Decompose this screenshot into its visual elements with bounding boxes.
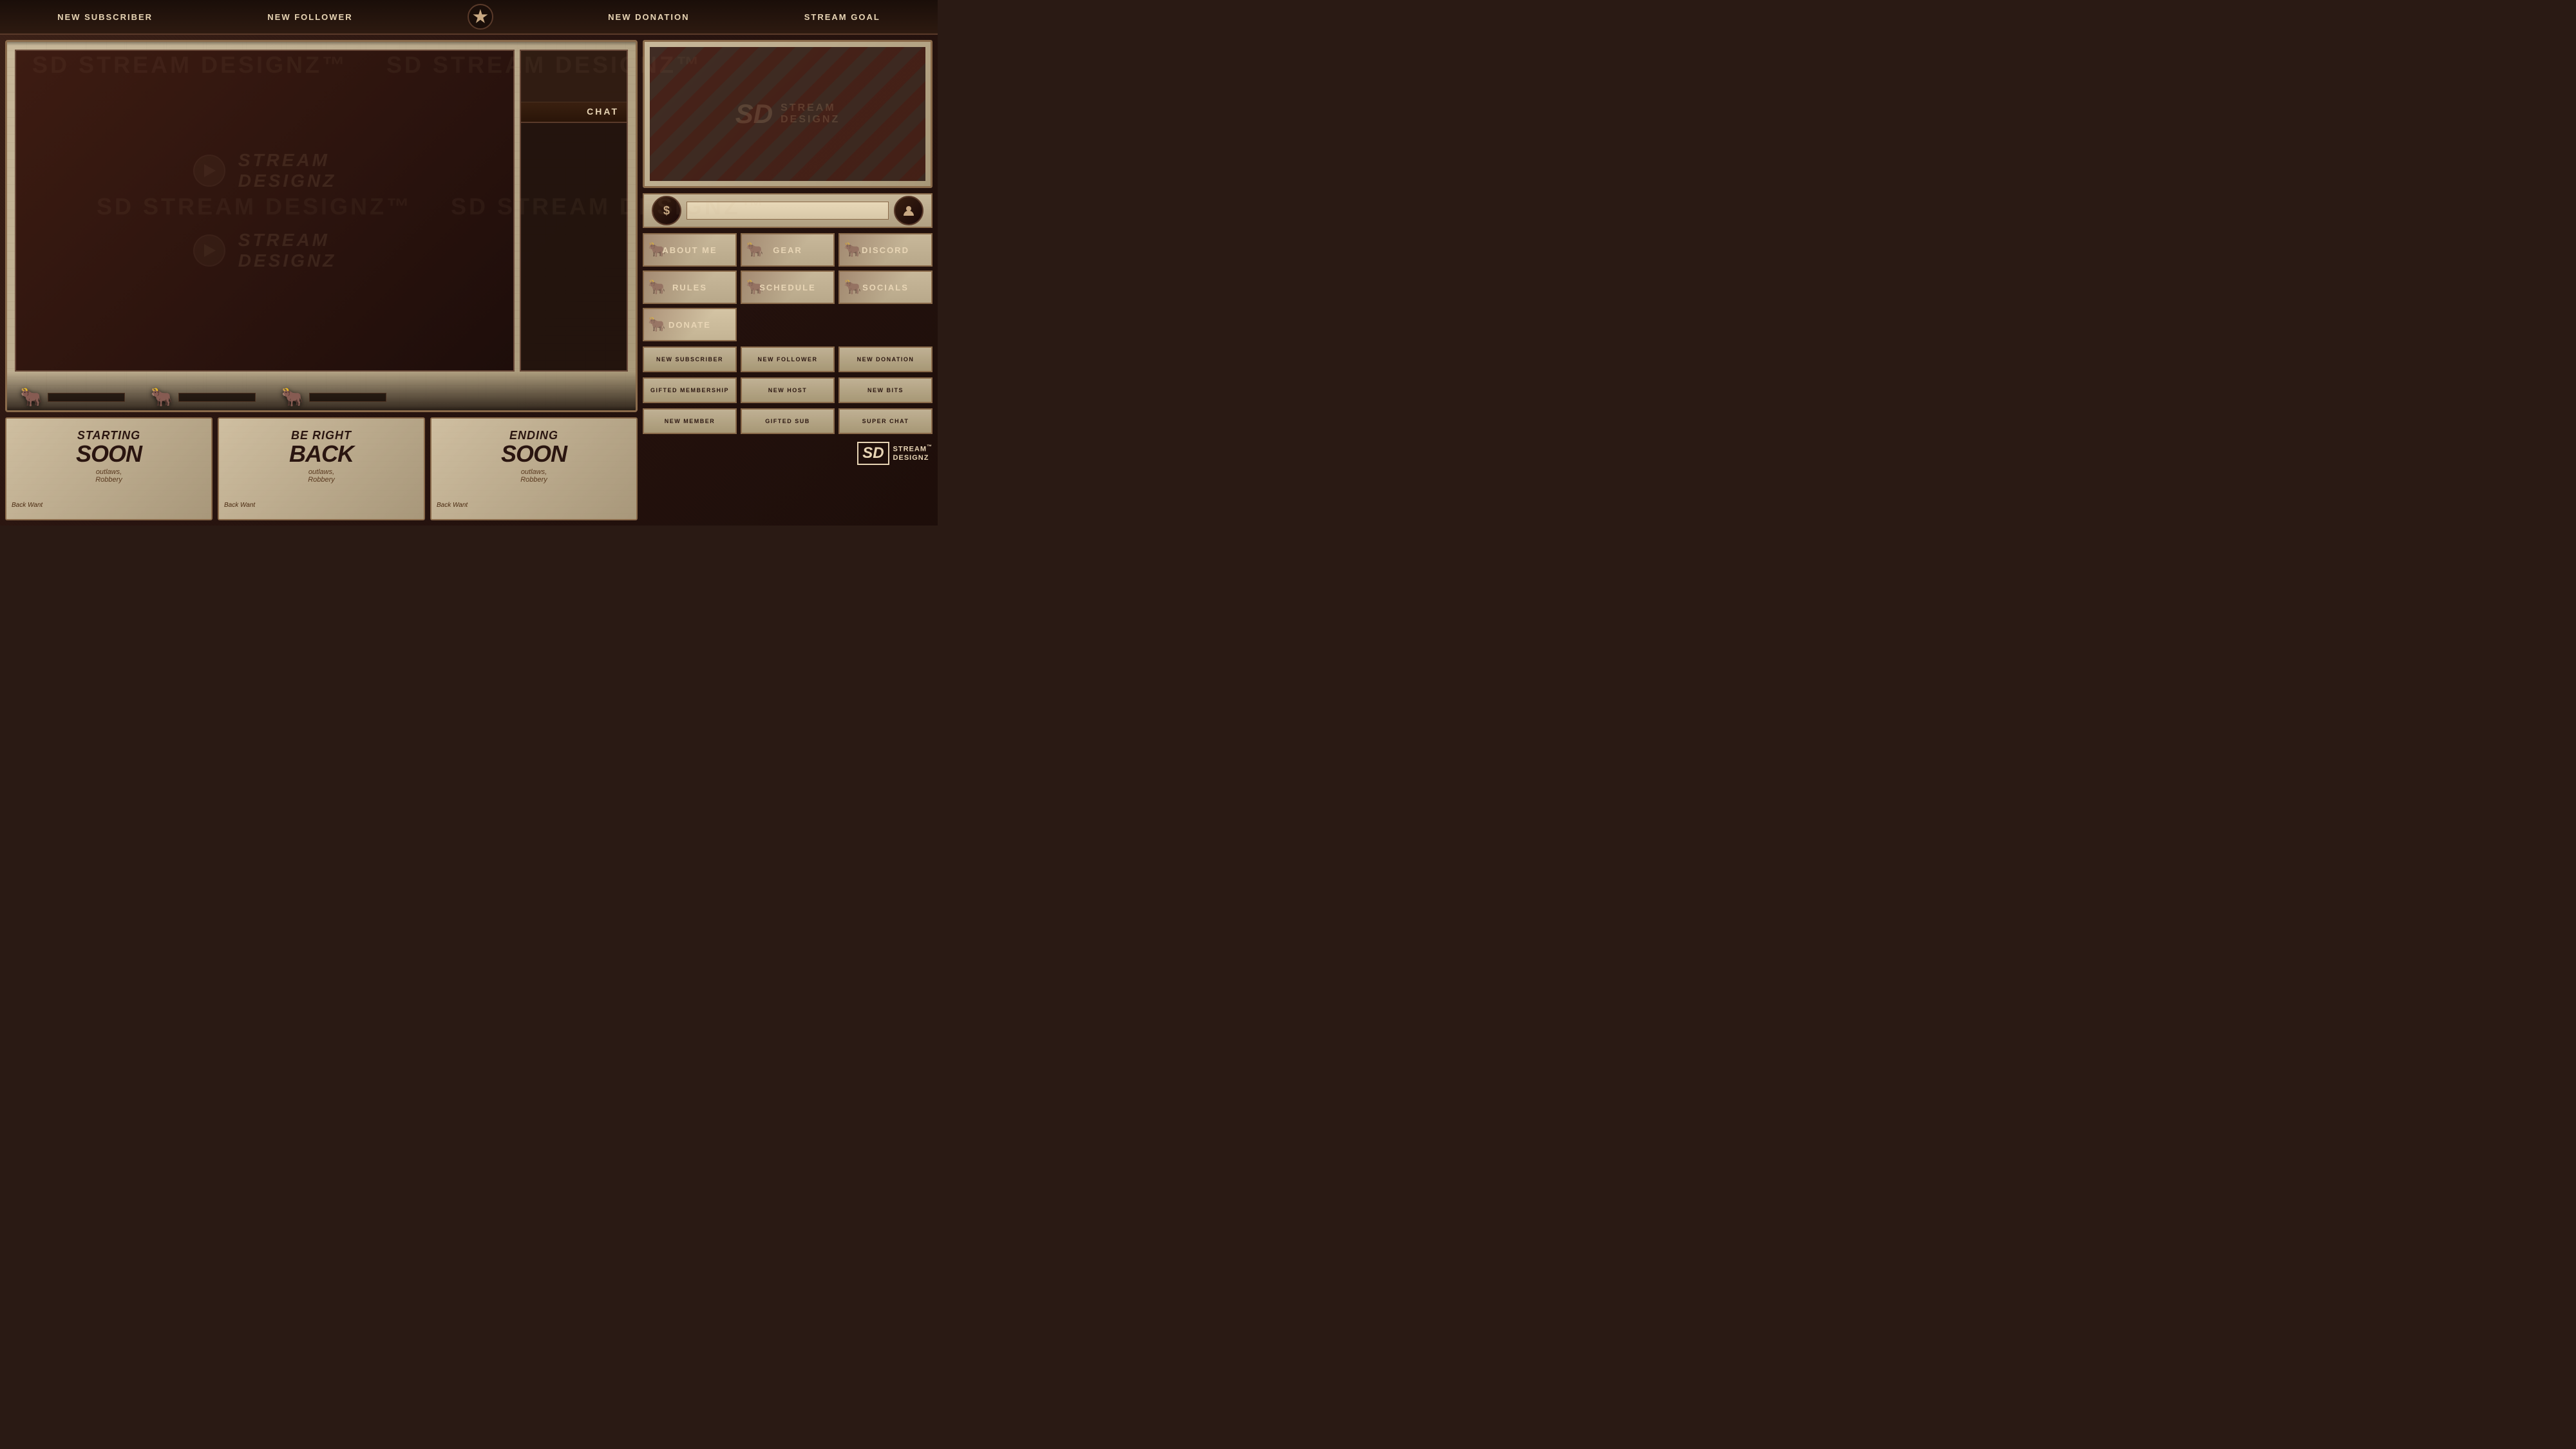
skull-icon-2: 🐂 bbox=[151, 386, 173, 408]
skull-icon-1: 🐂 bbox=[20, 386, 43, 408]
stream-goal-label: STREAM GOAL bbox=[804, 12, 880, 22]
skull-item-2: 🐂 bbox=[151, 386, 256, 408]
alert-super-chat: SUPER CHAT bbox=[838, 408, 933, 434]
ending-soon-title: ENDING SOON bbox=[501, 429, 567, 466]
trademark-icon: ™ bbox=[927, 444, 933, 450]
starting-soon-subtitle: outlaws, Robbery bbox=[95, 468, 122, 484]
preview-screens-row: STARTING SOON outlaws, Robbery Back Want… bbox=[5, 417, 638, 520]
starting-soon-bottom: Back Want bbox=[12, 502, 206, 509]
alert-member-label: NEW MEMBER bbox=[665, 418, 715, 424]
skull-progress-2 bbox=[178, 393, 256, 402]
chat-preview-area bbox=[521, 51, 627, 102]
be-right-back-title: BE RIGHT BACK bbox=[289, 429, 354, 466]
alert-new-donation: NEW DONATION bbox=[838, 346, 933, 372]
ending-soon-screen: ENDING SOON outlaws, Robbery Back Want bbox=[430, 417, 638, 520]
chat-label: CHAT bbox=[587, 106, 619, 117]
skull-item-3: 🐂 bbox=[281, 386, 386, 408]
starting-soon-line2: SOON bbox=[76, 442, 142, 466]
chat-section: CHAT bbox=[520, 50, 628, 372]
alert-boxes-row3: NEW MEMBER GIFTED SUB SUPER CHAT bbox=[643, 408, 933, 434]
alert-new-follower: NEW FOLLOWER bbox=[741, 346, 835, 372]
discord-label: DISCORD bbox=[862, 245, 909, 255]
alert-new-bits: NEW BITS bbox=[838, 377, 933, 403]
skulls-bar: 🐂 🐂 🐂 bbox=[7, 372, 636, 410]
left-section: STREAM DESIGNZ STREAM DESIGNZ bbox=[5, 40, 638, 520]
cam-inner: SD STREAM DESIGNZ bbox=[650, 47, 925, 181]
schedule-label: SCHEDULE bbox=[759, 283, 816, 292]
about-me-button[interactable]: 🐂 ABOUT ME bbox=[643, 233, 737, 267]
donate-label: DONATE bbox=[668, 320, 711, 330]
alert-bits-label: NEW BITS bbox=[867, 387, 904, 393]
alert-follower-label: NEW FOLLOWER bbox=[758, 356, 818, 363]
new-donation-label: NEW DONATION bbox=[608, 12, 689, 22]
bull-icon-gear: 🐂 bbox=[746, 242, 763, 258]
rules-label: RULES bbox=[672, 283, 707, 292]
skull-item-1: 🐂 bbox=[20, 386, 125, 408]
alert-super-chat-label: SUPER CHAT bbox=[862, 418, 909, 424]
stream-overlay: STREAM DESIGNZ STREAM DESIGNZ bbox=[5, 40, 638, 412]
alert-host-label: NEW HOST bbox=[768, 387, 808, 393]
stream-inner: STREAM DESIGNZ STREAM DESIGNZ bbox=[15, 50, 628, 372]
gear-label: GEAR bbox=[773, 245, 802, 255]
chat-header: CHAT bbox=[521, 102, 627, 123]
discord-button[interactable]: 🐂 DISCORD bbox=[838, 233, 933, 267]
brand-name: STREAM™ DESIGNZ bbox=[893, 444, 933, 462]
alert-gifted-sub-label: GIFTED SUB bbox=[765, 418, 810, 424]
be-right-back-line2: BACK bbox=[289, 442, 354, 466]
cam-overlay: SD STREAM DESIGNZ bbox=[643, 40, 933, 188]
follower-badge bbox=[894, 196, 923, 225]
alert-gifted-membership-label: GIFTED MEMBERSHIP bbox=[650, 387, 729, 393]
bull-icon-rules: 🐂 bbox=[648, 279, 665, 296]
stats-row: $ bbox=[643, 193, 933, 228]
socials-label: SOCIALS bbox=[862, 283, 909, 292]
ending-soon-line2: SOON bbox=[501, 442, 567, 466]
cam-watermark: SD STREAM DESIGNZ bbox=[650, 47, 925, 181]
gear-button[interactable]: 🐂 GEAR bbox=[741, 233, 835, 267]
bull-icon-discord: 🐂 bbox=[844, 242, 861, 258]
alert-gifted-membership: GIFTED MEMBERSHIP bbox=[643, 377, 737, 403]
main-video-area: STREAM DESIGNZ STREAM DESIGNZ bbox=[15, 50, 515, 372]
skull-progress-1 bbox=[48, 393, 125, 402]
right-section: SD STREAM DESIGNZ $ bbox=[643, 40, 933, 520]
alert-new-subscriber: NEW SUBSCRIBER bbox=[643, 346, 737, 372]
center-logo bbox=[468, 4, 493, 30]
logo-shape bbox=[473, 9, 488, 24]
bull-icon-donate: 🐂 bbox=[648, 316, 665, 333]
alert-subscriber-label: NEW SUBSCRIBER bbox=[656, 356, 723, 363]
main-layout: STREAM DESIGNZ STREAM DESIGNZ bbox=[0, 35, 938, 526]
alert-boxes-row2: GIFTED MEMBERSHIP NEW HOST NEW BITS bbox=[643, 377, 933, 403]
be-right-back-subtitle: outlaws, Robbery bbox=[308, 468, 335, 484]
brand-sd-logo: SD bbox=[857, 442, 889, 465]
starting-soon-title: STARTING SOON bbox=[76, 429, 142, 466]
ending-soon-bottom: Back Want bbox=[437, 502, 631, 509]
subscriber-badge: $ bbox=[652, 196, 681, 225]
be-right-back-bottom: Back Want bbox=[224, 502, 419, 509]
ending-soon-subtitle: outlaws, Robbery bbox=[520, 468, 547, 484]
subscriber-bar bbox=[687, 202, 889, 220]
be-right-back-screen: BE RIGHT BACK outlaws, Robbery Back Want bbox=[218, 417, 425, 520]
rules-button[interactable]: 🐂 RULES bbox=[643, 270, 737, 304]
brand-footer: SD STREAM™ DESIGNZ bbox=[643, 439, 933, 468]
bull-icon-socials: 🐂 bbox=[844, 279, 861, 296]
skull-icon-3: 🐂 bbox=[281, 386, 304, 408]
about-me-label: ABOUT ME bbox=[662, 245, 717, 255]
schedule-button[interactable]: 🐂 SCHEDULE bbox=[741, 270, 835, 304]
socials-button[interactable]: 🐂 SOCIALS bbox=[838, 270, 933, 304]
alert-bar: NEW SUBSCRIBER NEW FOLLOWER NEW DONATION… bbox=[0, 0, 938, 35]
alert-boxes-row1: NEW SUBSCRIBER NEW FOLLOWER NEW DONATION bbox=[643, 346, 933, 372]
alert-new-member: NEW MEMBER bbox=[643, 408, 737, 434]
chat-messages-area bbox=[521, 123, 627, 370]
donate-button[interactable]: 🐂 DONATE bbox=[643, 308, 737, 341]
action-buttons-grid: 🐂 ABOUT ME 🐂 GEAR 🐂 DISCORD 🐂 RULES 🐂 S bbox=[643, 233, 933, 341]
starting-soon-screen: STARTING SOON outlaws, Robbery Back Want bbox=[5, 417, 213, 520]
alert-gifted-sub: GIFTED SUB bbox=[741, 408, 835, 434]
new-subscriber-label: NEW SUBSCRIBER bbox=[57, 12, 153, 22]
alert-new-host: NEW HOST bbox=[741, 377, 835, 403]
alert-donation-label: NEW DONATION bbox=[857, 356, 914, 363]
skull-progress-3 bbox=[309, 393, 386, 402]
new-follower-label: NEW FOLLOWER bbox=[267, 12, 352, 22]
